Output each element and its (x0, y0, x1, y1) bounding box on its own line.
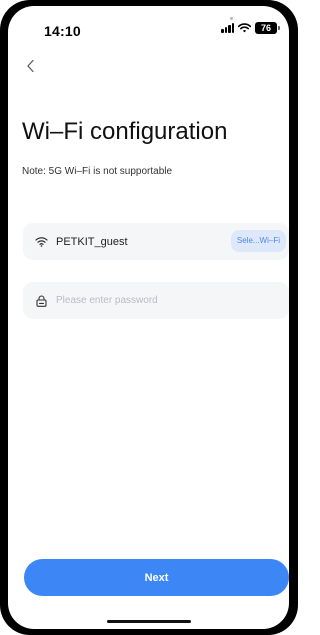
wifi-ssid: PETKIT_guest (56, 235, 128, 248)
wifi-network-field[interactable]: PETKIT_guest Sele...Wi–Fi (23, 223, 289, 260)
device-frame: 14:10 76 Wi–Fi configuration Note: 5G Wi… (0, 0, 298, 635)
note-text: Note: 5G Wi–Fi is not supportable (22, 166, 173, 177)
back-button[interactable] (21, 56, 41, 76)
status-time: 14:10 (44, 23, 81, 39)
status-indicator-dot (230, 17, 233, 20)
wifi-icon (238, 23, 251, 33)
select-wifi-button[interactable]: Sele...Wi–Fi (230, 230, 286, 252)
next-button[interactable]: Next (24, 559, 289, 596)
battery-icon: 76 (255, 22, 280, 34)
status-icons: 76 (221, 22, 280, 34)
lock-icon (34, 294, 48, 308)
wifi-icon (34, 235, 48, 249)
chevron-left-icon (27, 59, 34, 73)
cellular-signal-icon (221, 23, 234, 33)
app-screen: 14:10 76 Wi–Fi configuration Note: 5G Wi… (8, 6, 289, 629)
home-indicator[interactable] (107, 620, 191, 623)
page-title: Wi–Fi configuration (22, 118, 228, 145)
password-field[interactable] (23, 282, 289, 319)
password-input[interactable] (56, 295, 276, 306)
